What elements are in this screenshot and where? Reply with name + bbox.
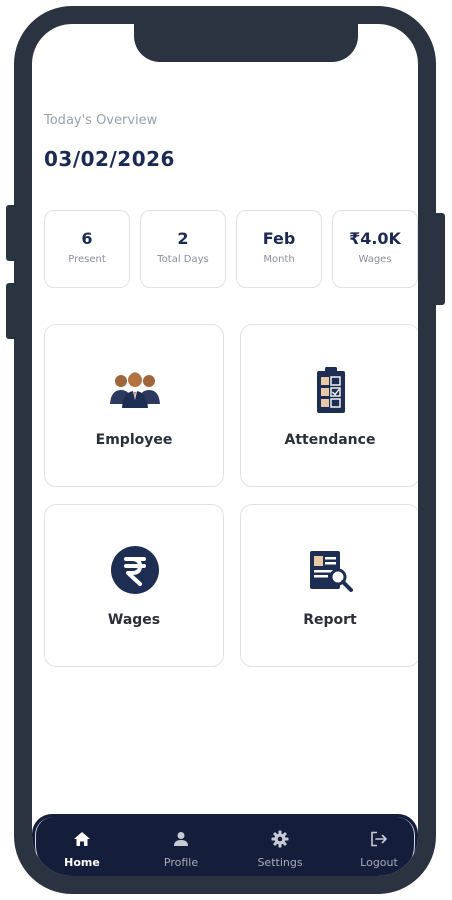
tile-label: Employee [95,432,173,448]
stat-card-present: 6 Present [44,210,130,288]
stat-card-month: Feb Month [236,210,322,288]
stat-label: Month [263,254,295,265]
employee-tile[interactable]: Employee [44,324,224,487]
nav-item-logout[interactable]: Logout [339,828,418,869]
nav-label: Profile [163,856,199,869]
nav-item-settings[interactable]: Settings [240,828,320,869]
report-tile[interactable]: Report [240,504,418,667]
nav-label: Home [64,856,100,869]
rupee-icon [107,545,163,595]
overview-date: 03/02/2026 [44,147,175,171]
nav-label: Logout [360,856,398,869]
phone-notch [134,14,358,62]
bottom-nav: Home Profile Settings Logout [32,814,418,876]
stat-label: Total Days [157,254,209,265]
attendance-tile[interactable]: Attendance [240,324,418,487]
tile-label: Wages [107,612,161,628]
stat-value: ₹4.0K [349,229,401,248]
wages-tile[interactable]: Wages [44,504,224,667]
person-icon [141,828,221,850]
app-stage: Today's Overview 03/02/2026 6 Present 2 … [0,0,452,900]
overview-label: Today's Overview [44,113,158,128]
stat-label: Wages [358,254,392,265]
tile-label: Report [303,612,357,628]
nav-item-home[interactable]: Home [42,828,122,869]
stat-value: 2 [177,229,189,248]
stat-value: 6 [81,229,93,248]
report-icon [303,545,359,595]
stat-label: Present [68,254,106,265]
tile-label: Attendance [284,432,376,448]
attendance-icon [303,365,359,415]
stat-value: Feb [262,229,296,248]
logout-icon [339,828,418,850]
home-icon [42,828,122,850]
employees-icon [107,365,163,415]
phone-frame: Today's Overview 03/02/2026 6 Present 2 … [14,6,436,894]
nav-label: Settings [257,856,303,869]
gear-icon [240,828,320,850]
nav-item-profile[interactable]: Profile [141,828,221,869]
stat-card-total-days: 2 Total Days [140,210,226,288]
stat-card-wages: ₹4.0K Wages [332,210,418,288]
phone-screen: Today's Overview 03/02/2026 6 Present 2 … [32,24,418,876]
